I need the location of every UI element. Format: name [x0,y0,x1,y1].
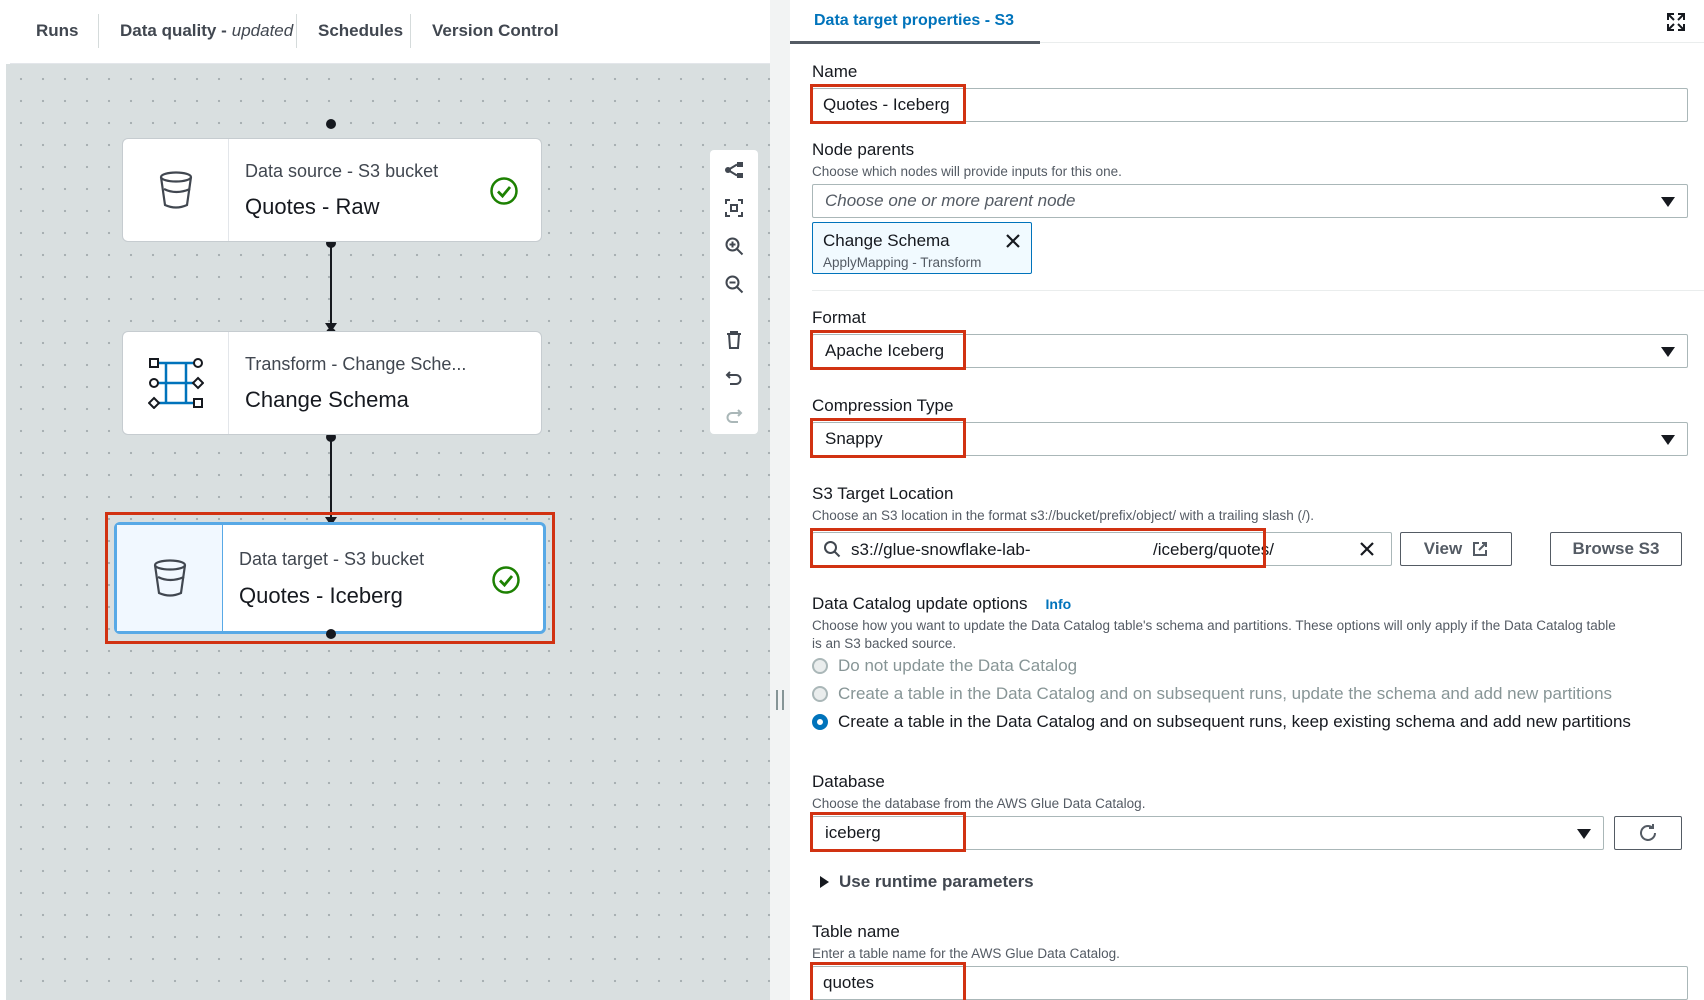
radio-option-no-update[interactable]: Do not update the Data Catalog [812,656,1077,676]
layout-icon[interactable] [710,154,758,186]
parent-token-subtitle: ApplyMapping - Transform [823,255,982,270]
node-port[interactable] [326,119,336,129]
search-icon [823,540,841,563]
close-icon[interactable] [1005,233,1021,254]
caret-down-icon [1661,347,1675,357]
edge [330,244,332,326]
compression-value: Snappy [825,429,883,448]
tab-updated-badge: updated [231,21,294,40]
format-label: Format [812,308,866,327]
node-title: Quotes - Raw [245,194,380,219]
name-label: Name [812,62,858,81]
success-check-icon [491,565,521,600]
refresh-button[interactable] [1614,816,1682,850]
edge [330,438,332,520]
format-select[interactable]: Apache Iceberg [812,334,1688,368]
tab-version-control[interactable]: Version Control [432,0,559,62]
database-description: Choose the database from the AWS Glue Da… [812,796,1146,811]
name-input[interactable] [812,88,1688,122]
tab-divider [410,14,411,48]
visual-editor: Runs Data quality - updated Schedules Ver… [0,0,770,1000]
tab-underline [1040,42,1704,43]
view-button[interactable]: View [1400,532,1512,566]
s3-location-label: S3 Target Location [812,484,954,503]
info-link[interactable]: Info [1046,596,1072,612]
zoom-in-icon[interactable] [710,230,758,262]
radio-option-update-schema[interactable]: Create a table in the Data Catalog and o… [812,684,1612,704]
external-link-icon [1473,542,1488,556]
zoom-out-icon[interactable] [710,268,758,300]
delete-icon[interactable] [710,324,758,356]
tab-divider [296,14,297,48]
bucket-icon [159,171,192,209]
editor-tabs: Runs Data quality - updated Schedules Ver… [10,0,770,64]
s3-location-prefix: s3://glue-snowflake-lab- [851,540,1031,559]
s3-location-description: Choose an S3 location in the format s3:/… [812,508,1314,523]
database-value: iceberg [825,823,881,842]
node-parents-select[interactable]: Choose one or more parent node [812,184,1688,218]
s3-location-input[interactable]: s3://glue-snowflake-lab- /iceberg/quotes… [812,532,1392,566]
resize-grip-icon [776,690,784,710]
tab-data-target-properties[interactable]: Data target properties - S3 [790,0,1040,44]
clear-icon[interactable] [1359,541,1375,562]
radio-button [812,686,828,702]
compression-label: Compression Type [812,396,954,415]
node-title: Quotes - Iceberg [239,583,403,608]
node-parents-placeholder: Choose one or more parent node [825,191,1076,210]
catalog-options-label: Data Catalog update options Info [812,594,1072,613]
parent-token-title: Change Schema [823,231,950,250]
undo-icon[interactable] [710,362,758,394]
node-data-target[interactable]: Data target - S3 bucket Quotes - Iceberg [114,522,546,634]
panel-resize-handle[interactable] [770,0,790,1000]
catalog-description-line1: Choose how you want to update the Data C… [812,618,1616,633]
runtime-parameters-toggle[interactable]: Use runtime parameters [820,872,1034,892]
radio-option-keep-schema[interactable]: Create a table in the Data Catalog and o… [812,712,1631,732]
tab-divider [98,14,99,48]
transform-icon [147,358,204,409]
caret-down-icon [1661,435,1675,445]
fit-view-icon[interactable] [710,192,758,224]
catalog-description-line2: is an S3 backed source. [812,636,957,651]
table-name-input[interactable] [812,966,1688,1000]
node-parents-label: Node parents [812,140,915,159]
section-divider [812,290,1704,291]
table-name-label: Table name [812,922,900,941]
tab-schedules[interactable]: Schedules [318,0,403,62]
success-check-icon [489,176,519,211]
node-kind: Data target - S3 bucket [239,549,425,569]
browse-s3-button[interactable]: Browse S3 [1550,532,1682,566]
caret-right-icon [820,876,829,888]
expand-icon[interactable] [1666,12,1686,37]
database-label: Database [812,772,885,791]
bucket-icon [153,559,186,597]
node-kind: Data source - S3 bucket [245,161,439,181]
node-title: Change Schema [245,387,409,412]
node-icon-cell [123,332,229,434]
table-name-description: Enter a table name for the AWS Glue Data… [812,946,1120,961]
s3-location-suffix: /iceberg/quotes/ [1153,540,1274,559]
tab-runs[interactable]: Runs [36,0,79,62]
refresh-icon [1640,824,1656,841]
node-port[interactable] [326,629,336,639]
redo-icon[interactable] [710,400,758,432]
compression-select[interactable]: Snappy [812,422,1688,456]
radio-button-selected [812,714,828,730]
node-parents-description: Choose which nodes will provide inputs f… [812,164,1122,179]
node-icon-cell [123,139,229,241]
format-value: Apache Iceberg [825,341,945,360]
node-kind: Transform - Change Sche... [245,354,467,374]
parent-token: Change Schema ApplyMapping - Transform [812,222,1032,274]
canvas-toolbar [710,150,758,434]
caret-down-icon [1577,829,1591,839]
node-data-source[interactable]: Data source - S3 bucket Quotes - Raw [122,138,542,242]
tab-data-quality[interactable]: Data quality - updated [120,0,293,62]
node-icon-cell [117,525,223,631]
properties-panel: Data target properties - S3 Name Node pa… [790,0,1704,1000]
caret-down-icon [1661,197,1675,207]
canvas[interactable]: Data source - S3 bucket Quotes - Raw Tra… [6,64,770,1000]
database-select[interactable]: iceberg [812,816,1604,850]
node-transform[interactable]: Transform - Change Sche... Change Schema [122,331,542,435]
radio-button [812,658,828,674]
